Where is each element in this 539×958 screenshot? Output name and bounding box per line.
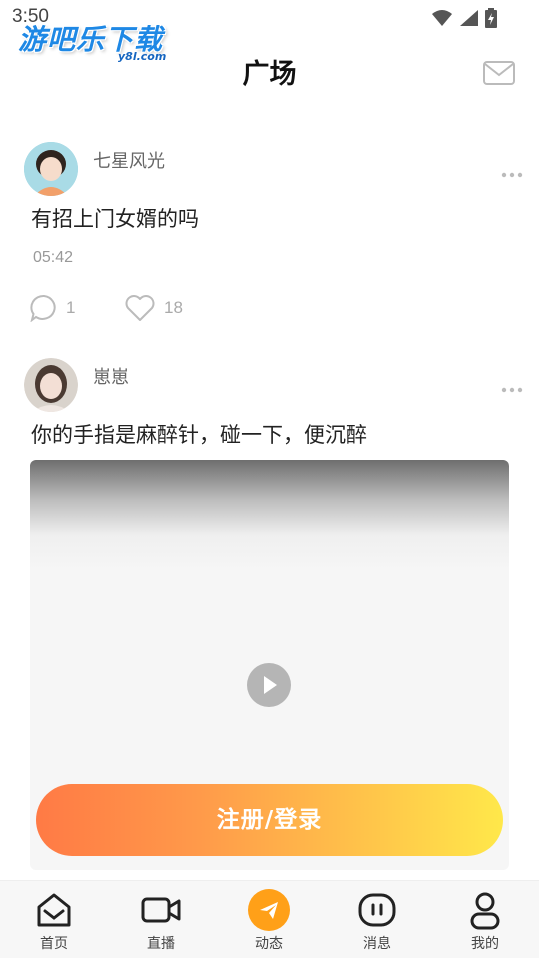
like-button[interactable]: 18 [124, 294, 183, 322]
heart-icon [125, 295, 155, 321]
page-title: 广场 [242, 59, 297, 90]
post-username[interactable]: 七星风光 [93, 147, 165, 173]
user-icon [470, 892, 500, 930]
nav-item-profile[interactable]: 我的 [445, 881, 525, 958]
nav-label: 直播 [147, 936, 175, 952]
message-icon [358, 893, 396, 927]
like-count: 18 [164, 298, 183, 317]
register-login-button[interactable]: 注册/登录 [36, 784, 503, 856]
signal-icon [460, 10, 478, 26]
nav-item-feed[interactable]: 动态 [229, 881, 309, 958]
wifi-icon [432, 10, 452, 26]
status-icons [431, 8, 497, 28]
mail-button[interactable] [482, 60, 516, 86]
post-text: 有招上门女婿的吗 [31, 207, 199, 231]
nav-label: 动态 [255, 936, 283, 952]
nav-label: 我的 [471, 936, 499, 952]
nav-item-messages[interactable]: 消息 [337, 881, 417, 958]
nav-item-home[interactable]: 首页 [14, 881, 94, 958]
post-username[interactable]: 崽崽 [93, 363, 129, 389]
battery-icon [485, 8, 497, 28]
nav-label: 首页 [40, 936, 68, 952]
post-time: 05:42 [33, 249, 74, 266]
avatar[interactable] [24, 142, 78, 196]
comment-count: 1 [66, 298, 76, 317]
nav-label: 消息 [363, 936, 391, 952]
avatar[interactable] [24, 358, 78, 412]
paper-plane-icon [248, 889, 290, 931]
comment-icon [30, 294, 56, 322]
mail-icon [483, 61, 515, 85]
post-text: 你的手指是麻醉针，碰一下，便沉醉 [31, 423, 367, 447]
avatar-image [24, 358, 78, 412]
more-options-button[interactable] [500, 380, 524, 393]
more-icon [501, 387, 523, 393]
more-icon [501, 172, 523, 178]
bottom-nav: 首页 直播 动态 消息 我的 [0, 880, 539, 958]
home-icon [37, 893, 71, 927]
play-icon[interactable] [247, 663, 291, 707]
comment-button[interactable]: 1 [30, 294, 75, 322]
avatar-image [24, 142, 78, 196]
video-camera-icon [141, 897, 181, 923]
more-options-button[interactable] [500, 165, 524, 178]
nav-item-live[interactable]: 直播 [121, 881, 201, 958]
